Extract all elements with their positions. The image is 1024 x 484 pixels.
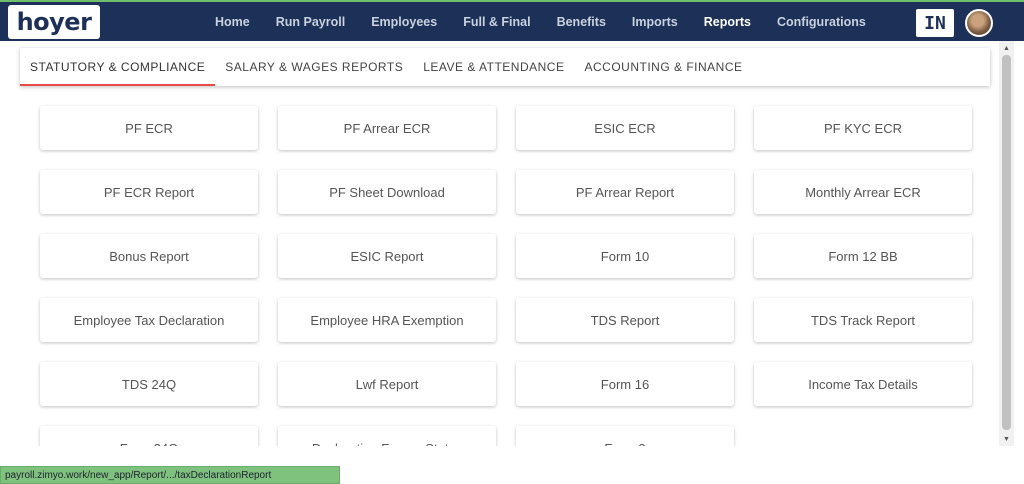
report-card[interactable]: Form 3: [516, 426, 734, 446]
country-badge[interactable]: IN: [916, 9, 954, 37]
tab-accounting-finance[interactable]: ACCOUNTING & FINANCE: [574, 48, 752, 86]
report-card[interactable]: Employee Tax Declaration: [40, 298, 258, 342]
report-card[interactable]: Bonus Report: [40, 234, 258, 278]
nav-item-reports[interactable]: Reports: [691, 15, 764, 29]
report-card[interactable]: PF ECR: [40, 106, 258, 150]
report-card[interactable]: Form 10: [516, 234, 734, 278]
report-card[interactable]: Monthly Arrear ECR: [754, 170, 972, 214]
report-card[interactable]: Form 24Q: [40, 426, 258, 446]
page-viewport: hoyer Home Run Payroll Employees Full & …: [0, 0, 1024, 446]
nav-item-full-final[interactable]: Full & Final: [450, 15, 543, 29]
report-card[interactable]: PF Sheet Download: [278, 170, 496, 214]
report-card[interactable]: TDS Track Report: [754, 298, 972, 342]
report-card[interactable]: TDS 24Q: [40, 362, 258, 406]
main-nav: Home Run Payroll Employees Full & Final …: [202, 2, 879, 41]
nav-item-employees[interactable]: Employees: [358, 15, 450, 29]
report-card[interactable]: PF KYC ECR: [754, 106, 972, 150]
report-category-tabs: STATUTORY & COMPLIANCE SALARY & WAGES RE…: [20, 48, 990, 86]
report-card[interactable]: Income Tax Details: [754, 362, 972, 406]
report-card[interactable]: Form 12 BB: [754, 234, 972, 278]
report-card[interactable]: Form 16: [516, 362, 734, 406]
brand-logo[interactable]: hoyer: [8, 5, 100, 39]
tab-statutory-compliance[interactable]: STATUTORY & COMPLIANCE: [20, 48, 216, 86]
tab-salary-wages-reports[interactable]: SALARY & WAGES REPORTS: [215, 48, 413, 86]
user-avatar[interactable]: [965, 9, 993, 37]
report-card-grid: PF ECR PF Arrear ECR ESIC ECR PF KYC ECR…: [40, 106, 972, 446]
report-card[interactable]: PF Arrear ECR: [278, 106, 496, 150]
report-card[interactable]: TDS Report: [516, 298, 734, 342]
scroll-down-arrow-icon[interactable]: ▼: [999, 433, 1014, 445]
scrollbar-thumb[interactable]: [1002, 55, 1011, 430]
tab-leave-attendance[interactable]: LEAVE & ATTENDANCE: [413, 48, 574, 86]
report-card[interactable]: PF Arrear Report: [516, 170, 734, 214]
nav-item-home[interactable]: Home: [202, 15, 263, 29]
top-navbar: hoyer Home Run Payroll Employees Full & …: [0, 0, 1024, 41]
report-card[interactable]: ESIC ECR: [516, 106, 734, 150]
logo-text: hoyer: [16, 8, 92, 36]
vertical-scrollbar[interactable]: ▲ ▼: [999, 41, 1014, 446]
nav-item-configurations[interactable]: Configurations: [764, 15, 879, 29]
report-card[interactable]: PF ECR Report: [40, 170, 258, 214]
report-card[interactable]: Employee HRA Exemption: [278, 298, 496, 342]
nav-item-imports[interactable]: Imports: [619, 15, 691, 29]
nav-item-benefits[interactable]: Benefits: [544, 15, 619, 29]
report-card[interactable]: Lwf Report: [278, 362, 496, 406]
report-card[interactable]: Declaration Freeze Status: [278, 426, 496, 446]
nav-item-run-payroll[interactable]: Run Payroll: [263, 15, 358, 29]
scroll-up-arrow-icon[interactable]: ▲: [999, 42, 1014, 54]
link-status-bar: payroll.zimyo.work/new_app/Report/.../ta…: [0, 466, 340, 484]
report-card[interactable]: ESIC Report: [278, 234, 496, 278]
